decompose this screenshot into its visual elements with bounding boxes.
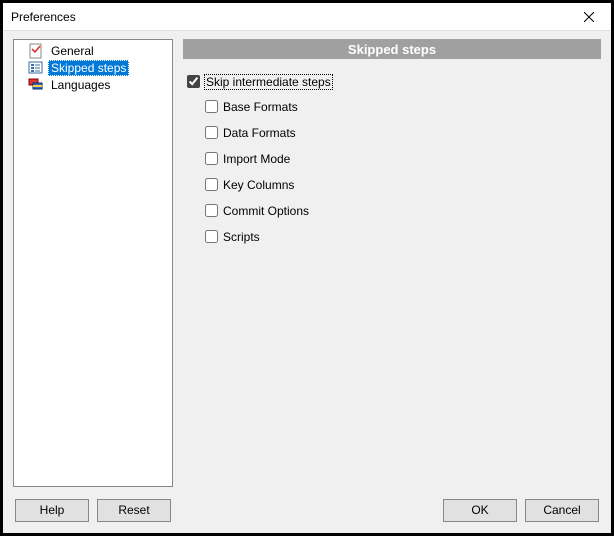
main-panel: Skipped steps Skip intermediate steps Ba… [183,39,601,487]
checkbox-label: Base Formats [223,100,298,114]
sidebar-item-label: Skipped steps [48,60,129,76]
checkbox-label: Import Mode [223,152,290,166]
checkbox-input[interactable] [205,178,218,191]
sidebar-item-label: General [48,43,97,59]
checkbox-commit-options[interactable]: Commit Options [205,202,595,219]
sidebar-item-label: Languages [48,77,113,93]
checkbox-label: Skip intermediate steps [205,75,332,89]
footer: Help Reset OK Cancel [3,493,611,533]
ok-button[interactable]: OK [443,499,517,522]
sidebar-item-skipped-steps[interactable]: Skipped steps [14,59,172,76]
dialog-body: General Skipped steps [3,31,611,493]
checkbox-import-mode[interactable]: Import Mode [205,150,595,167]
close-icon [584,12,594,22]
sidebar-item-languages[interactable]: Languages [14,76,172,93]
checkbox-input[interactable] [187,75,200,88]
checkbox-skip-intermediate[interactable]: Skip intermediate steps [187,73,595,90]
checkbox-key-columns[interactable]: Key Columns [205,176,595,193]
checkbox-input[interactable] [205,126,218,139]
close-button[interactable] [573,5,605,29]
checkbox-label: Key Columns [223,178,294,192]
checkbox-input[interactable] [205,100,218,113]
steps-icon [28,60,44,76]
checkbox-label: Scripts [223,230,260,244]
sub-checkbox-list: Base Formats Data Formats Import Mode Ke… [205,98,595,245]
sidebar: General Skipped steps [13,39,173,487]
window-title: Preferences [11,10,573,24]
checkbox-data-formats[interactable]: Data Formats [205,124,595,141]
flags-icon [28,77,44,93]
checkbox-input[interactable] [205,204,218,217]
reset-button[interactable]: Reset [97,499,171,522]
sidebar-item-general[interactable]: General [14,42,172,59]
checkbox-label: Commit Options [223,204,309,218]
panel-content: Skip intermediate steps Base Formats Dat… [183,59,601,487]
checkbox-base-formats[interactable]: Base Formats [205,98,595,115]
titlebar: Preferences [3,3,611,31]
help-button[interactable]: Help [15,499,89,522]
cancel-button[interactable]: Cancel [525,499,599,522]
checkbox-label: Data Formats [223,126,296,140]
preferences-window: Preferences General [2,2,612,534]
checkbox-input[interactable] [205,152,218,165]
checkbox-scripts[interactable]: Scripts [205,228,595,245]
panel-banner: Skipped steps [183,39,601,59]
page-icon [28,43,44,59]
checkbox-input[interactable] [205,230,218,243]
